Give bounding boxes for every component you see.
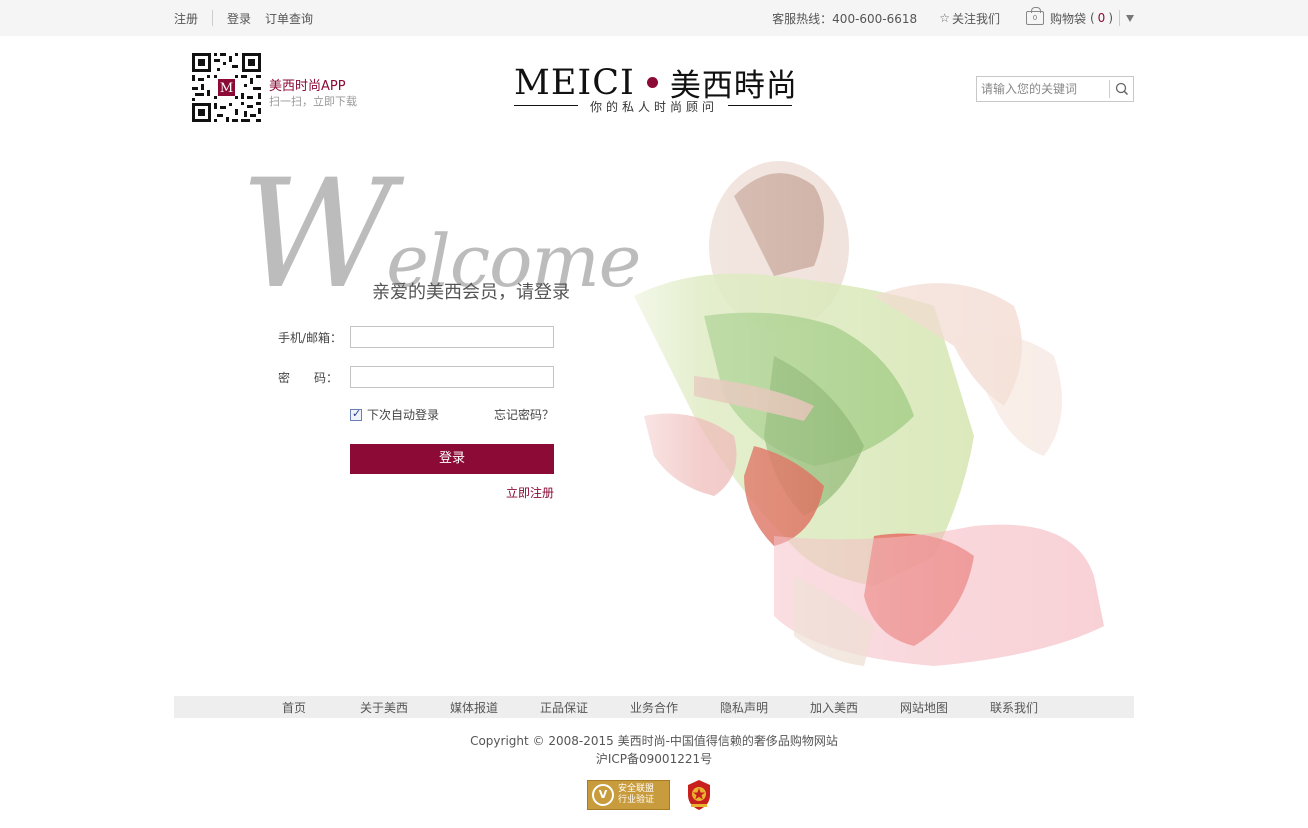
forgot-password-link[interactable]: 忘记密码？ — [494, 406, 554, 423]
password-label: 密 码： — [278, 371, 339, 385]
app-subtitle: 扫一扫，立即下载 — [269, 95, 357, 108]
svg-text:M: M — [220, 81, 233, 96]
dropdown-arrow-icon[interactable] — [1126, 14, 1134, 22]
police-emblem-icon[interactable] — [684, 779, 714, 811]
divider — [1119, 10, 1120, 26]
register-link[interactable]: 注册 — [174, 10, 198, 27]
welcome-initial: W — [240, 148, 394, 322]
logo-dot — [646, 77, 658, 88]
login-link[interactable]: 登录 — [227, 10, 251, 27]
logo-rule-left — [514, 105, 578, 106]
logo-tagline: 你的私人时尚顾问 — [589, 100, 718, 114]
footer-link-privacy[interactable]: 隐私声明 — [720, 699, 768, 716]
divider — [212, 10, 214, 26]
follow-us-link[interactable]: ☆ 关注我们 — [939, 10, 1000, 27]
search-input[interactable] — [977, 77, 1109, 101]
remember-me-label: 下次自动登录 — [367, 408, 440, 422]
footer-link-contact[interactable]: 联系我们 — [990, 699, 1038, 716]
divider — [1109, 80, 1110, 98]
logo-rule-right — [728, 105, 792, 106]
site-logo[interactable]: MEICI 美西時尚 你的私人时尚顾问 — [514, 60, 797, 120]
register-now-link[interactable]: 立即注册 — [506, 484, 554, 501]
cart-paren-open: ( — [1089, 11, 1095, 25]
top-bar: 注册 登录 订单查询 客服热线：400-600-6618 ☆ 关注我们 0 购物… — [0, 0, 1308, 36]
remember-me-checkbox[interactable]: 下次自动登录 — [350, 406, 439, 423]
qr-code-icon: M — [190, 51, 263, 124]
search-icon[interactable] — [1112, 79, 1132, 99]
login-button[interactable]: 登录 — [350, 444, 554, 474]
shopping-bag-link[interactable]: 0 购物袋 ( 0 ) — [1025, 7, 1113, 27]
search-box — [976, 76, 1134, 102]
footer-link-business[interactable]: 业务合作 — [630, 699, 678, 716]
badge-line1: 安全联盟 — [618, 784, 655, 794]
account-input[interactable] — [350, 326, 554, 348]
footer-link-sitemap[interactable]: 网站地图 — [900, 699, 948, 716]
badge-v-letter: V — [592, 784, 614, 806]
badge-text: 安全联盟 行业验证 — [618, 784, 654, 806]
logo-en: MEICI — [514, 62, 635, 103]
checkbox-checked-icon — [350, 407, 362, 421]
cart-count: 0 — [1097, 11, 1106, 25]
star-icon: ☆ — [939, 11, 950, 25]
footer-nav: 首页 关于美西 媒体报道 正品保证 业务合作 隐私声明 加入美西 网站地图 联系… — [174, 696, 1134, 718]
security-badge-icon[interactable]: V 安全联盟 行业验证 — [587, 780, 670, 810]
password-input[interactable] — [350, 366, 554, 388]
app-title: 美西时尚APP — [269, 79, 346, 94]
hotline-text: 客服热线：400-600-6618 — [772, 11, 918, 26]
account-label: 手机/邮箱： — [278, 331, 343, 345]
top-bar-right: 客服热线：400-600-6618 ☆ 关注我们 0 购物袋 ( 0 ) — [772, 0, 1134, 36]
top-bar-inner: 注册 登录 订单查询 客服热线：400-600-6618 ☆ 关注我们 0 购物… — [174, 0, 1134, 36]
order-query-link[interactable]: 订单查询 — [265, 10, 313, 27]
shopping-bag-icon: 0 — [1025, 7, 1044, 25]
top-bar-left: 注册 登录 订单查询 — [174, 0, 313, 36]
badge-line2: 行业验证 — [618, 795, 655, 805]
cart-paren-close: ) — [1108, 11, 1113, 25]
footer-link-media[interactable]: 媒体报道 — [450, 699, 498, 716]
icp-license-link[interactable]: 沪ICP备09001221号 — [0, 750, 1308, 767]
follow-us-label: 关注我们 — [951, 11, 1000, 26]
footer-link-authentic[interactable]: 正品保证 — [540, 699, 588, 716]
footer-link-about[interactable]: 关于美西 — [360, 699, 408, 716]
copyright-text: Copyright © 2008-2015 美西时尚-中国值得信赖的奢侈品购物网… — [470, 734, 838, 748]
shopping-bag-label: 购物袋 — [1049, 11, 1086, 26]
login-greeting: 亲爱的美西会员，请登录 — [372, 282, 570, 303]
footer-link-home[interactable]: 首页 — [282, 699, 306, 716]
footer-link-join[interactable]: 加入美西 — [810, 699, 858, 716]
